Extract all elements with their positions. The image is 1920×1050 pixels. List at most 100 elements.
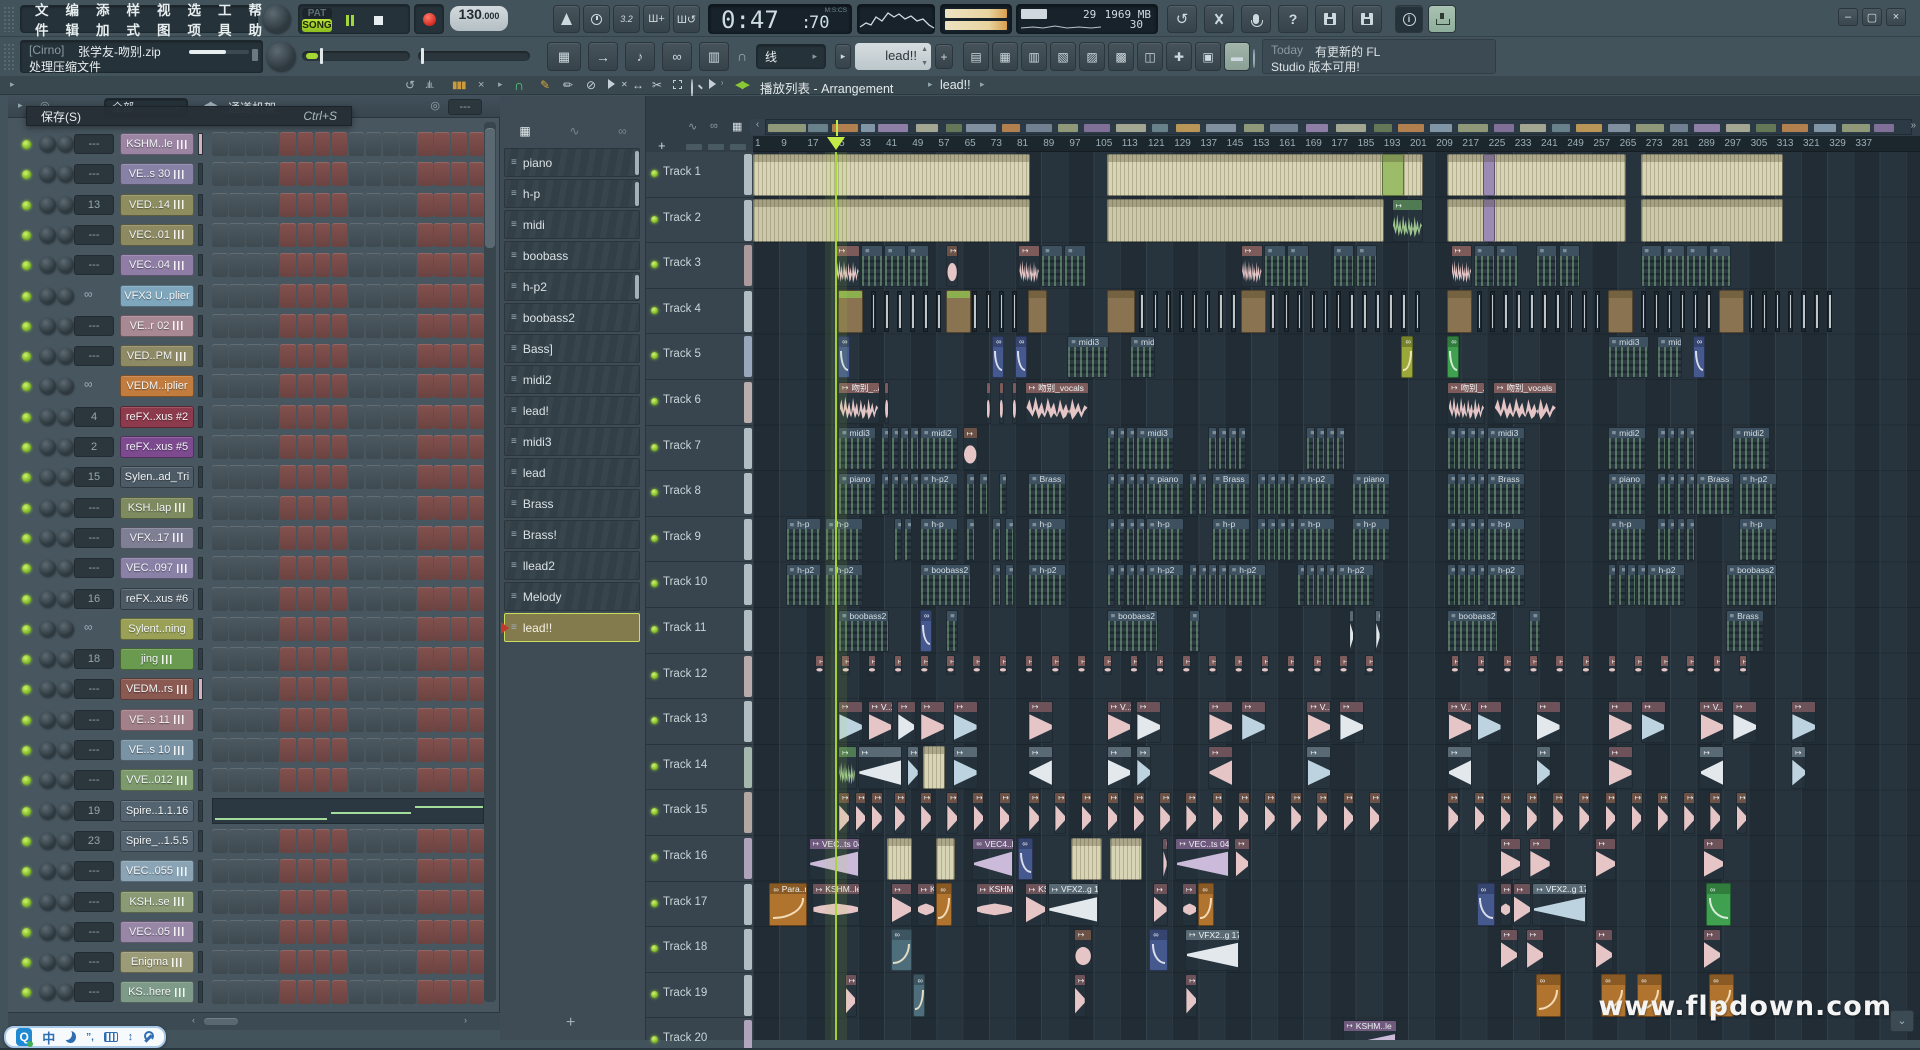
step-cell[interactable] — [315, 708, 331, 732]
playlist-clip-audio[interactable]: ↦ — [946, 245, 958, 288]
playhead-marker[interactable] — [827, 137, 845, 159]
playlist-clip-pattern[interactable]: ≡ — [1107, 473, 1116, 516]
step-cell[interactable] — [349, 193, 365, 217]
playlist-clip-pattern[interactable]: ≡boobass2 — [838, 610, 889, 653]
channel-vol-knob[interactable] — [58, 197, 74, 213]
playlist-clip-stab[interactable] — [1706, 291, 1711, 332]
step-cell[interactable] — [280, 980, 296, 1004]
step-edit-button[interactable]: → — [588, 42, 618, 71]
step-cell[interactable] — [229, 496, 245, 520]
playlist-clip-pattern[interactable]: ≡h-p2 — [825, 564, 863, 607]
channel-pan-knob[interactable] — [40, 591, 56, 607]
track-color-tab[interactable] — [744, 245, 752, 286]
draw-tool-icon[interactable]: ✎ — [540, 78, 550, 92]
step-cell[interactable] — [246, 435, 262, 459]
step-cell[interactable] — [469, 617, 485, 641]
touch-controller-button[interactable]: ✚ — [1166, 42, 1192, 71]
playlist-clip-stab[interactable] — [1166, 291, 1171, 332]
channel-name-button[interactable]: KSH..se — [120, 891, 194, 913]
step-cell[interactable] — [383, 253, 399, 277]
playlist-clip-pattern[interactable]: ≡ — [1126, 564, 1135, 607]
step-cell[interactable] — [434, 890, 450, 914]
playlist-clip-pattern[interactable]: ≡ — [966, 473, 975, 516]
step-cell[interactable] — [229, 193, 245, 217]
playlist-clip-audio[interactable]: ↦ — [1208, 746, 1233, 789]
channel-enable-led[interactable] — [22, 685, 31, 694]
channel-name-button[interactable]: reFX..xus #5 — [120, 436, 194, 458]
step-cell[interactable] — [434, 526, 450, 550]
track-header[interactable]: Track 12 — [646, 654, 753, 700]
stepper-down-icon[interactable]: ▼ — [921, 60, 928, 67]
track-name[interactable]: Track 10 — [663, 576, 707, 588]
step-cell[interactable] — [400, 708, 416, 732]
playlist-clip-automation[interactable]: ∞ — [1149, 929, 1167, 972]
channel-name-button[interactable]: jing — [120, 648, 194, 670]
channel-pan-knob[interactable] — [40, 712, 56, 728]
step-cell[interactable] — [246, 920, 262, 944]
channel-enable-led[interactable] — [22, 413, 31, 422]
step-cell[interactable] — [469, 647, 485, 671]
track-color-tab[interactable] — [744, 838, 752, 879]
track-header[interactable]: Track 2 — [646, 198, 753, 244]
playlist-clip-audio[interactable]: ↦ — [999, 792, 1011, 835]
step-cell[interactable] — [280, 708, 296, 732]
play-pause-button[interactable] — [339, 9, 361, 31]
playlist-clip-pattern[interactable]: ≡h-p2 — [1028, 564, 1066, 607]
step-cell[interactable] — [280, 829, 296, 853]
playlist-clip-pattern[interactable]: ≡ — [1117, 564, 1126, 607]
playlist-clip-audio[interactable]: ↦ — [1529, 655, 1538, 675]
playlist-clip-pattern[interactable]: ≡ — [1559, 245, 1581, 288]
playlist-clip-audio[interactable]: ↦ — [1074, 929, 1092, 972]
track-header[interactable]: Track 1 — [646, 152, 753, 198]
track-color-tab[interactable] — [744, 610, 752, 651]
playlist-clip-pattern[interactable]: ≡h-p2 — [920, 473, 958, 516]
playlist-clip-pattern[interactable]: ≡ — [1287, 473, 1296, 516]
playlist-clip-pattern[interactable]: ≡boobass2 — [920, 564, 971, 607]
channel-enable-led[interactable] — [22, 837, 31, 846]
channel-pan-knob[interactable] — [40, 257, 56, 273]
playlist-clip-block[interactable] — [1447, 290, 1472, 333]
step-cell[interactable] — [212, 677, 228, 701]
step-cell[interactable] — [332, 587, 348, 611]
about-button[interactable]: i — [1395, 5, 1423, 33]
step-cell[interactable] — [212, 647, 228, 671]
step-cell[interactable] — [469, 223, 485, 247]
step-cell[interactable] — [417, 223, 433, 247]
step-cell[interactable] — [434, 132, 450, 156]
playlist-clip-pattern[interactable]: ≡Brass — [1487, 473, 1525, 516]
playlist-clip-audio[interactable]: ↦ — [1513, 883, 1531, 926]
step-cell[interactable] — [366, 132, 382, 156]
step-cell[interactable] — [229, 617, 245, 641]
playlist-clip-audio[interactable]: ↦ — [1185, 974, 1197, 1017]
step-cell[interactable] — [246, 556, 262, 580]
picker-pattern-item[interactable]: ≡lead — [504, 458, 640, 487]
pl-patterns-icon[interactable]: ▦ — [732, 120, 742, 133]
step-cell[interactable] — [383, 344, 399, 368]
track-led[interactable] — [651, 945, 658, 952]
toolbar-grip[interactable] — [3, 6, 16, 32]
playlist-clip-stab[interactable] — [910, 291, 915, 332]
collapse-icon[interactable]: ▸ — [10, 79, 15, 90]
step-cell[interactable] — [332, 314, 348, 338]
playlist-clip-audio[interactable]: ↦ — [1732, 701, 1757, 744]
playlist-minimap[interactable] — [765, 119, 1912, 135]
playlist-clip-pattern[interactable]: ≡ — [1336, 427, 1345, 470]
rack-close-icon[interactable]: × — [478, 79, 484, 91]
step-cell[interactable] — [212, 314, 228, 338]
playlist-clip-audio[interactable]: ↦ — [1536, 746, 1551, 789]
channel-pan-knob[interactable] — [40, 500, 56, 516]
step-cell[interactable] — [366, 193, 382, 217]
step-cell[interactable] — [349, 920, 365, 944]
playlist-clip-pattern[interactable]: ≡ — [1107, 518, 1116, 561]
track-led[interactable] — [651, 900, 658, 907]
playlist-clip-stab[interactable] — [1297, 291, 1302, 332]
playlist-clip-audio[interactable]: ↦ — [1349, 610, 1354, 653]
step-cell[interactable] — [451, 708, 467, 732]
channel-enable-led[interactable] — [22, 867, 31, 876]
playlist-clip-audio[interactable]: ↦ — [1287, 655, 1296, 675]
step-cell[interactable] — [280, 768, 296, 792]
playlist-clip-automation[interactable]: ∞ — [891, 929, 913, 972]
track-name[interactable]: Track 2 — [663, 212, 701, 224]
playlist-clip-audio[interactable]: ↦ — [1241, 245, 1263, 288]
track-led[interactable] — [651, 170, 658, 177]
